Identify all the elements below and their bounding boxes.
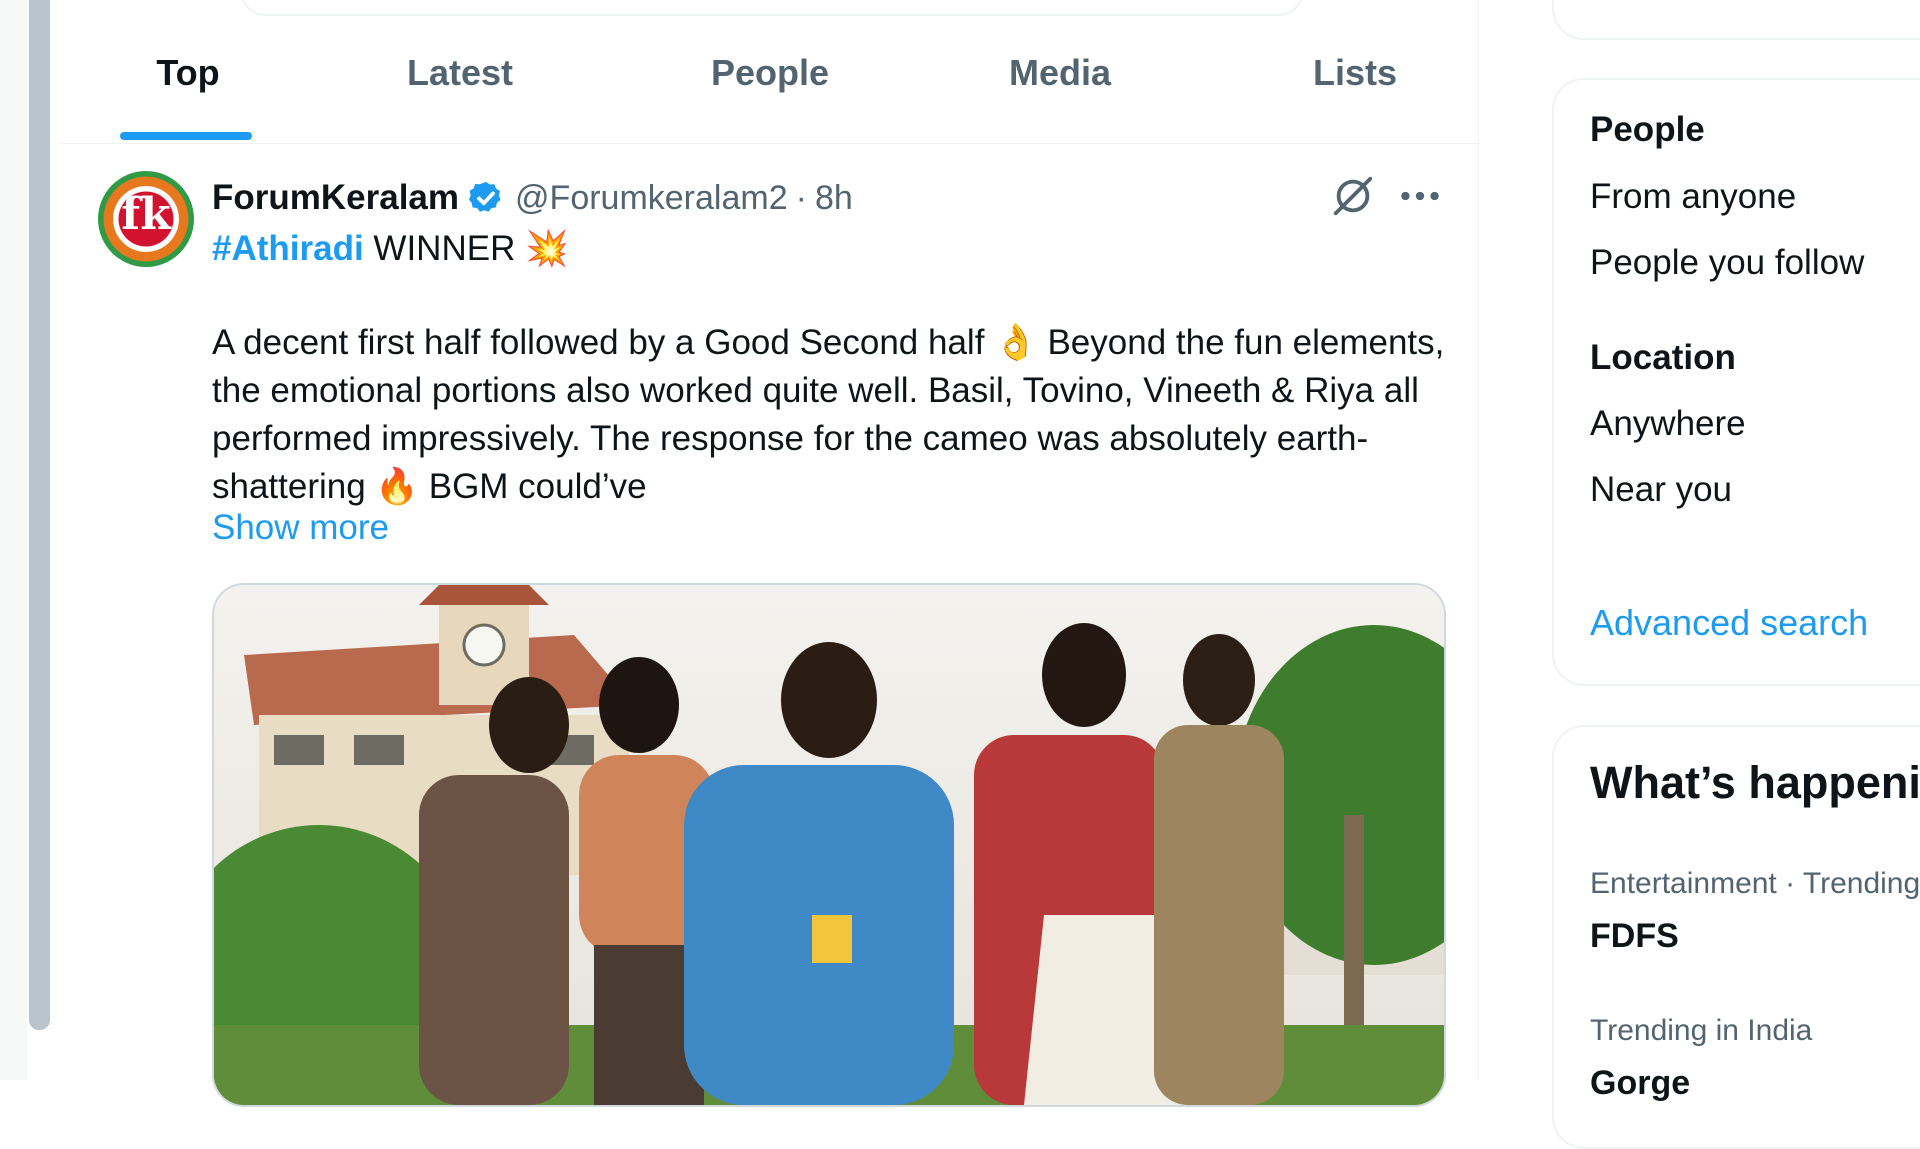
trend-name[interactable]: FDFS [1590, 917, 1679, 956]
tab-people[interactable]: People [690, 52, 850, 102]
sidebar-top-card [1552, 0, 1920, 40]
user-handle[interactable]: @Forumkeralam2 [515, 179, 788, 218]
tab-media[interactable]: Media [990, 52, 1130, 102]
active-tab-indicator [120, 132, 252, 140]
scrollbar-track[interactable] [0, 0, 27, 1080]
tweet[interactable]: fk ForumKeralam @Forumkeralam2 · 8h #Ath… [60, 143, 1478, 1107]
grok-icon[interactable] [1330, 173, 1376, 219]
display-name[interactable]: ForumKeralam [212, 178, 459, 218]
main-column: Top Latest People Media Lists fk ForumKe… [60, 0, 1479, 1107]
filter-anywhere[interactable]: Anywhere [1590, 404, 1746, 444]
filter-from-anyone[interactable]: From anyone [1590, 177, 1796, 217]
search-tabs: Top Latest People Media Lists [60, 0, 1478, 144]
tweet-header: ForumKeralam @Forumkeralam2 · 8h [212, 173, 853, 223]
tab-top[interactable]: Top [130, 52, 246, 102]
trend-name[interactable]: Gorge [1590, 1064, 1690, 1103]
verified-badge-icon[interactable] [467, 179, 505, 217]
separator-dot: · [795, 178, 807, 217]
search-filters-card: People From anyone People you follow Loc… [1552, 78, 1920, 686]
tweet-text: #Athiradi WINNER 💥 A decent first half f… [212, 225, 1452, 511]
tweet-timestamp[interactable]: 8h [815, 179, 853, 218]
avatar-logo-text: fk [121, 189, 171, 240]
people-filter-heading: People [1590, 110, 1705, 149]
tab-latest[interactable]: Latest [380, 52, 540, 102]
tweet-media-image[interactable] [212, 583, 1446, 1107]
scrollbar-thumb[interactable] [29, 0, 50, 1030]
show-more-link[interactable]: Show more [212, 508, 389, 548]
tab-lists[interactable]: Lists [1300, 52, 1410, 102]
filter-near-you[interactable]: Near you [1590, 470, 1732, 510]
trend-meta[interactable]: Trending in India [1590, 1014, 1812, 1048]
more-icon[interactable] [1395, 173, 1445, 219]
trend-meta[interactable]: Entertainment · Trending [1590, 867, 1920, 901]
location-filter-heading: Location [1590, 338, 1736, 377]
right-sidebar: People From anyone People you follow Loc… [1552, 0, 1920, 1149]
advanced-search-link[interactable]: Advanced search [1590, 602, 1868, 644]
filter-people-you-follow[interactable]: People you follow [1590, 243, 1864, 283]
whats-happening-title: What’s happening [1590, 757, 1920, 808]
hashtag-link[interactable]: #Athiradi [212, 229, 364, 268]
tweet-body: A decent first half followed by a Good S… [212, 323, 1445, 506]
tweet-first-line: WINNER 💥 [363, 229, 569, 268]
whats-happening-card: What’s happening Entertainment · Trendin… [1552, 725, 1920, 1149]
avatar[interactable]: fk [98, 171, 194, 267]
